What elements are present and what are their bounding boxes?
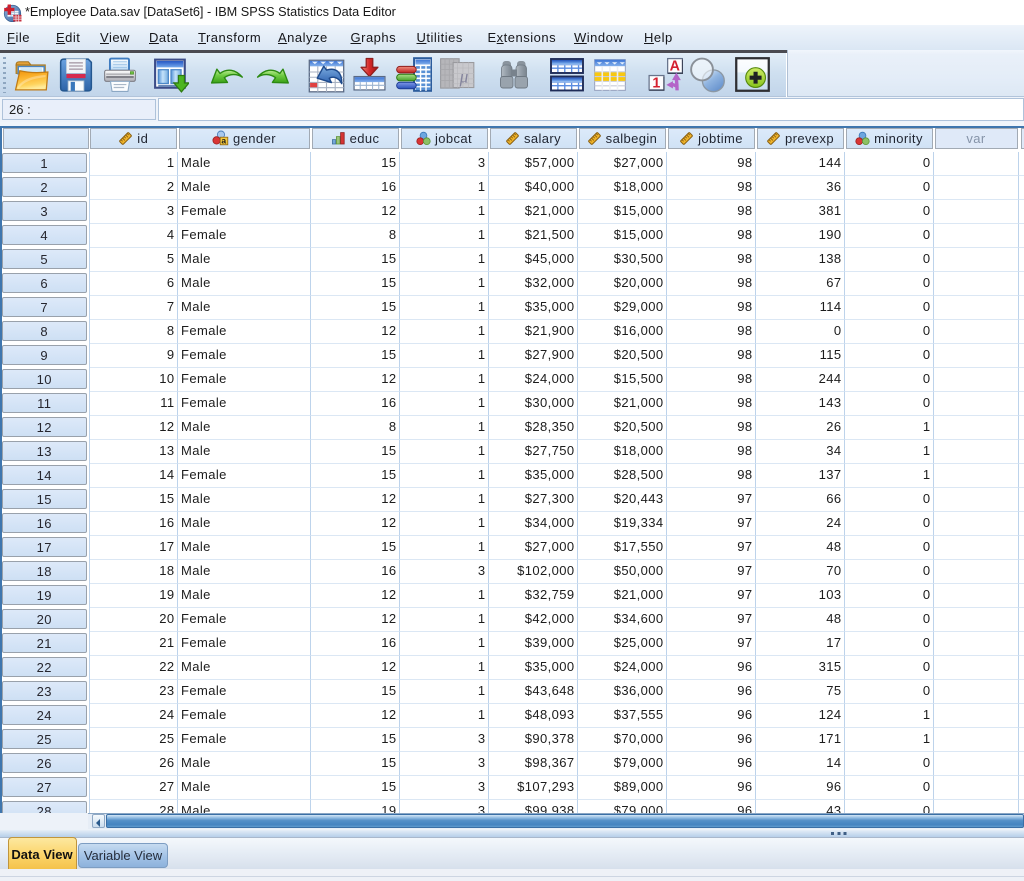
svg-text:A: A [670, 58, 680, 74]
svg-text:μ: μ [458, 67, 468, 87]
svg-text:a: a [221, 136, 226, 146]
svg-text:1: 1 [652, 75, 660, 91]
